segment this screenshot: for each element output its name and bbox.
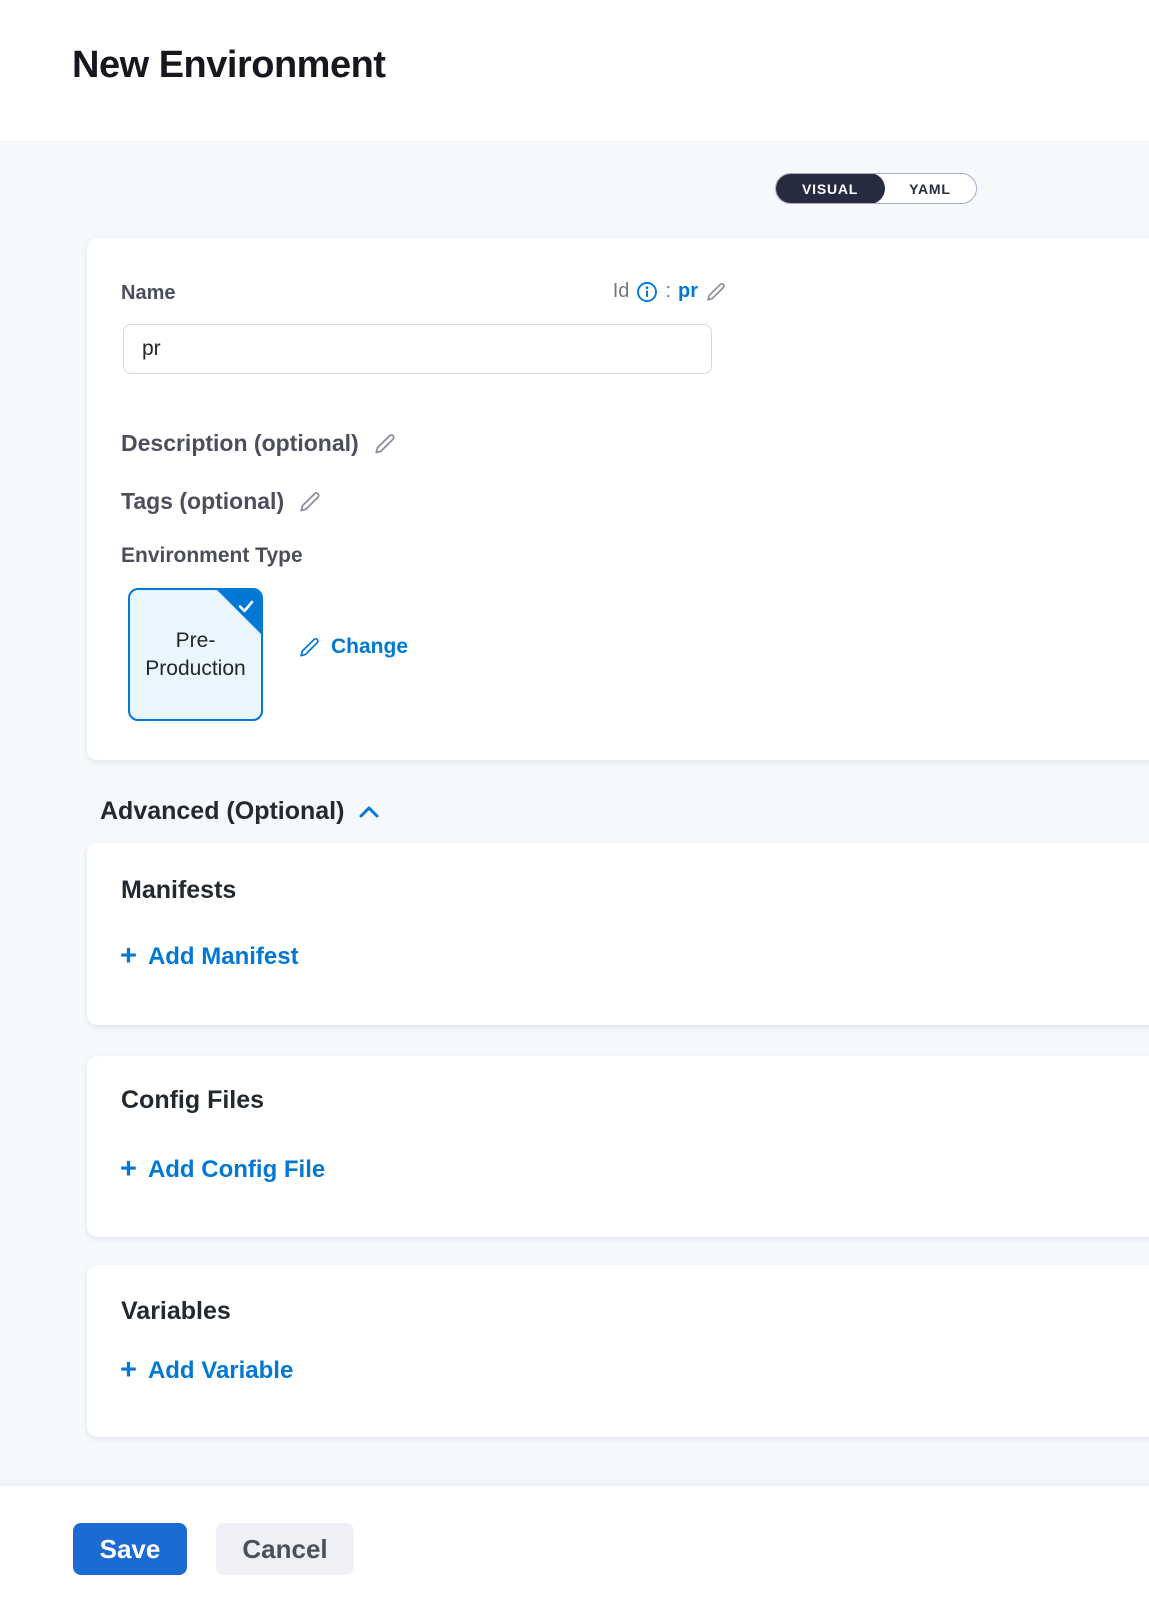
config-files-title: Config Files <box>121 1086 264 1115</box>
add-variable-label: Add Variable <box>148 1357 293 1385</box>
edit-id-icon[interactable] <box>705 281 727 303</box>
manifests-card: Manifests + Add Manifest <box>87 843 1149 1025</box>
id-display: Id : pr <box>613 280 727 303</box>
config-files-card: Config Files + Add Config File <box>87 1056 1149 1237</box>
add-manifest-label: Add Manifest <box>148 943 299 971</box>
name-input[interactable] <box>123 324 712 374</box>
check-icon <box>236 596 256 616</box>
edit-tags-icon[interactable] <box>298 490 322 514</box>
tab-yaml[interactable]: YAML <box>884 174 976 203</box>
environment-type-tile-label: Pre-Production <box>130 627 261 682</box>
add-manifest-button[interactable]: + Add Manifest <box>120 943 299 971</box>
chevron-up-icon <box>358 805 380 819</box>
id-value: pr <box>678 280 698 303</box>
cancel-button[interactable]: Cancel <box>216 1523 354 1575</box>
variables-card: Variables + Add Variable <box>87 1265 1149 1437</box>
description-row[interactable]: Description (optional) <box>121 430 397 457</box>
id-separator: : <box>665 280 671 303</box>
change-pencil-icon <box>298 636 321 659</box>
advanced-optional-toggle[interactable]: Advanced (Optional) <box>100 797 380 826</box>
change-environment-type-link[interactable]: Change <box>298 635 408 659</box>
new-environment-page: New Environment VISUAL YAML Name Id : pr <box>0 0 1149 1600</box>
id-label: Id <box>613 280 630 303</box>
change-label: Change <box>331 635 408 659</box>
info-icon[interactable] <box>636 281 658 303</box>
variables-title: Variables <box>121 1297 231 1326</box>
plus-icon: + <box>120 1356 137 1385</box>
manifests-title: Manifests <box>121 876 236 905</box>
add-config-file-button[interactable]: + Add Config File <box>120 1156 325 1184</box>
advanced-optional-label: Advanced (Optional) <box>100 797 344 826</box>
page-title: New Environment <box>72 44 385 87</box>
plus-icon: + <box>120 942 137 971</box>
footer-action-bar: Save Cancel <box>0 1486 1149 1600</box>
environment-details-card: Name Id : pr Description (optional) <box>87 238 1149 760</box>
tab-visual[interactable]: VISUAL <box>775 173 885 204</box>
tags-label: Tags (optional) <box>121 488 284 515</box>
tags-row[interactable]: Tags (optional) <box>121 488 322 515</box>
visual-yaml-toggle: VISUAL YAML <box>775 173 977 204</box>
environment-type-tile-pre-production[interactable]: Pre-Production <box>128 588 263 721</box>
environment-type-label: Environment Type <box>121 544 303 568</box>
edit-description-icon[interactable] <box>373 432 397 456</box>
save-button[interactable]: Save <box>73 1523 187 1575</box>
plus-icon: + <box>120 1155 137 1184</box>
add-variable-button[interactable]: + Add Variable <box>120 1357 293 1385</box>
description-label: Description (optional) <box>121 430 359 457</box>
name-label: Name <box>121 282 175 305</box>
add-config-file-label: Add Config File <box>148 1156 325 1184</box>
